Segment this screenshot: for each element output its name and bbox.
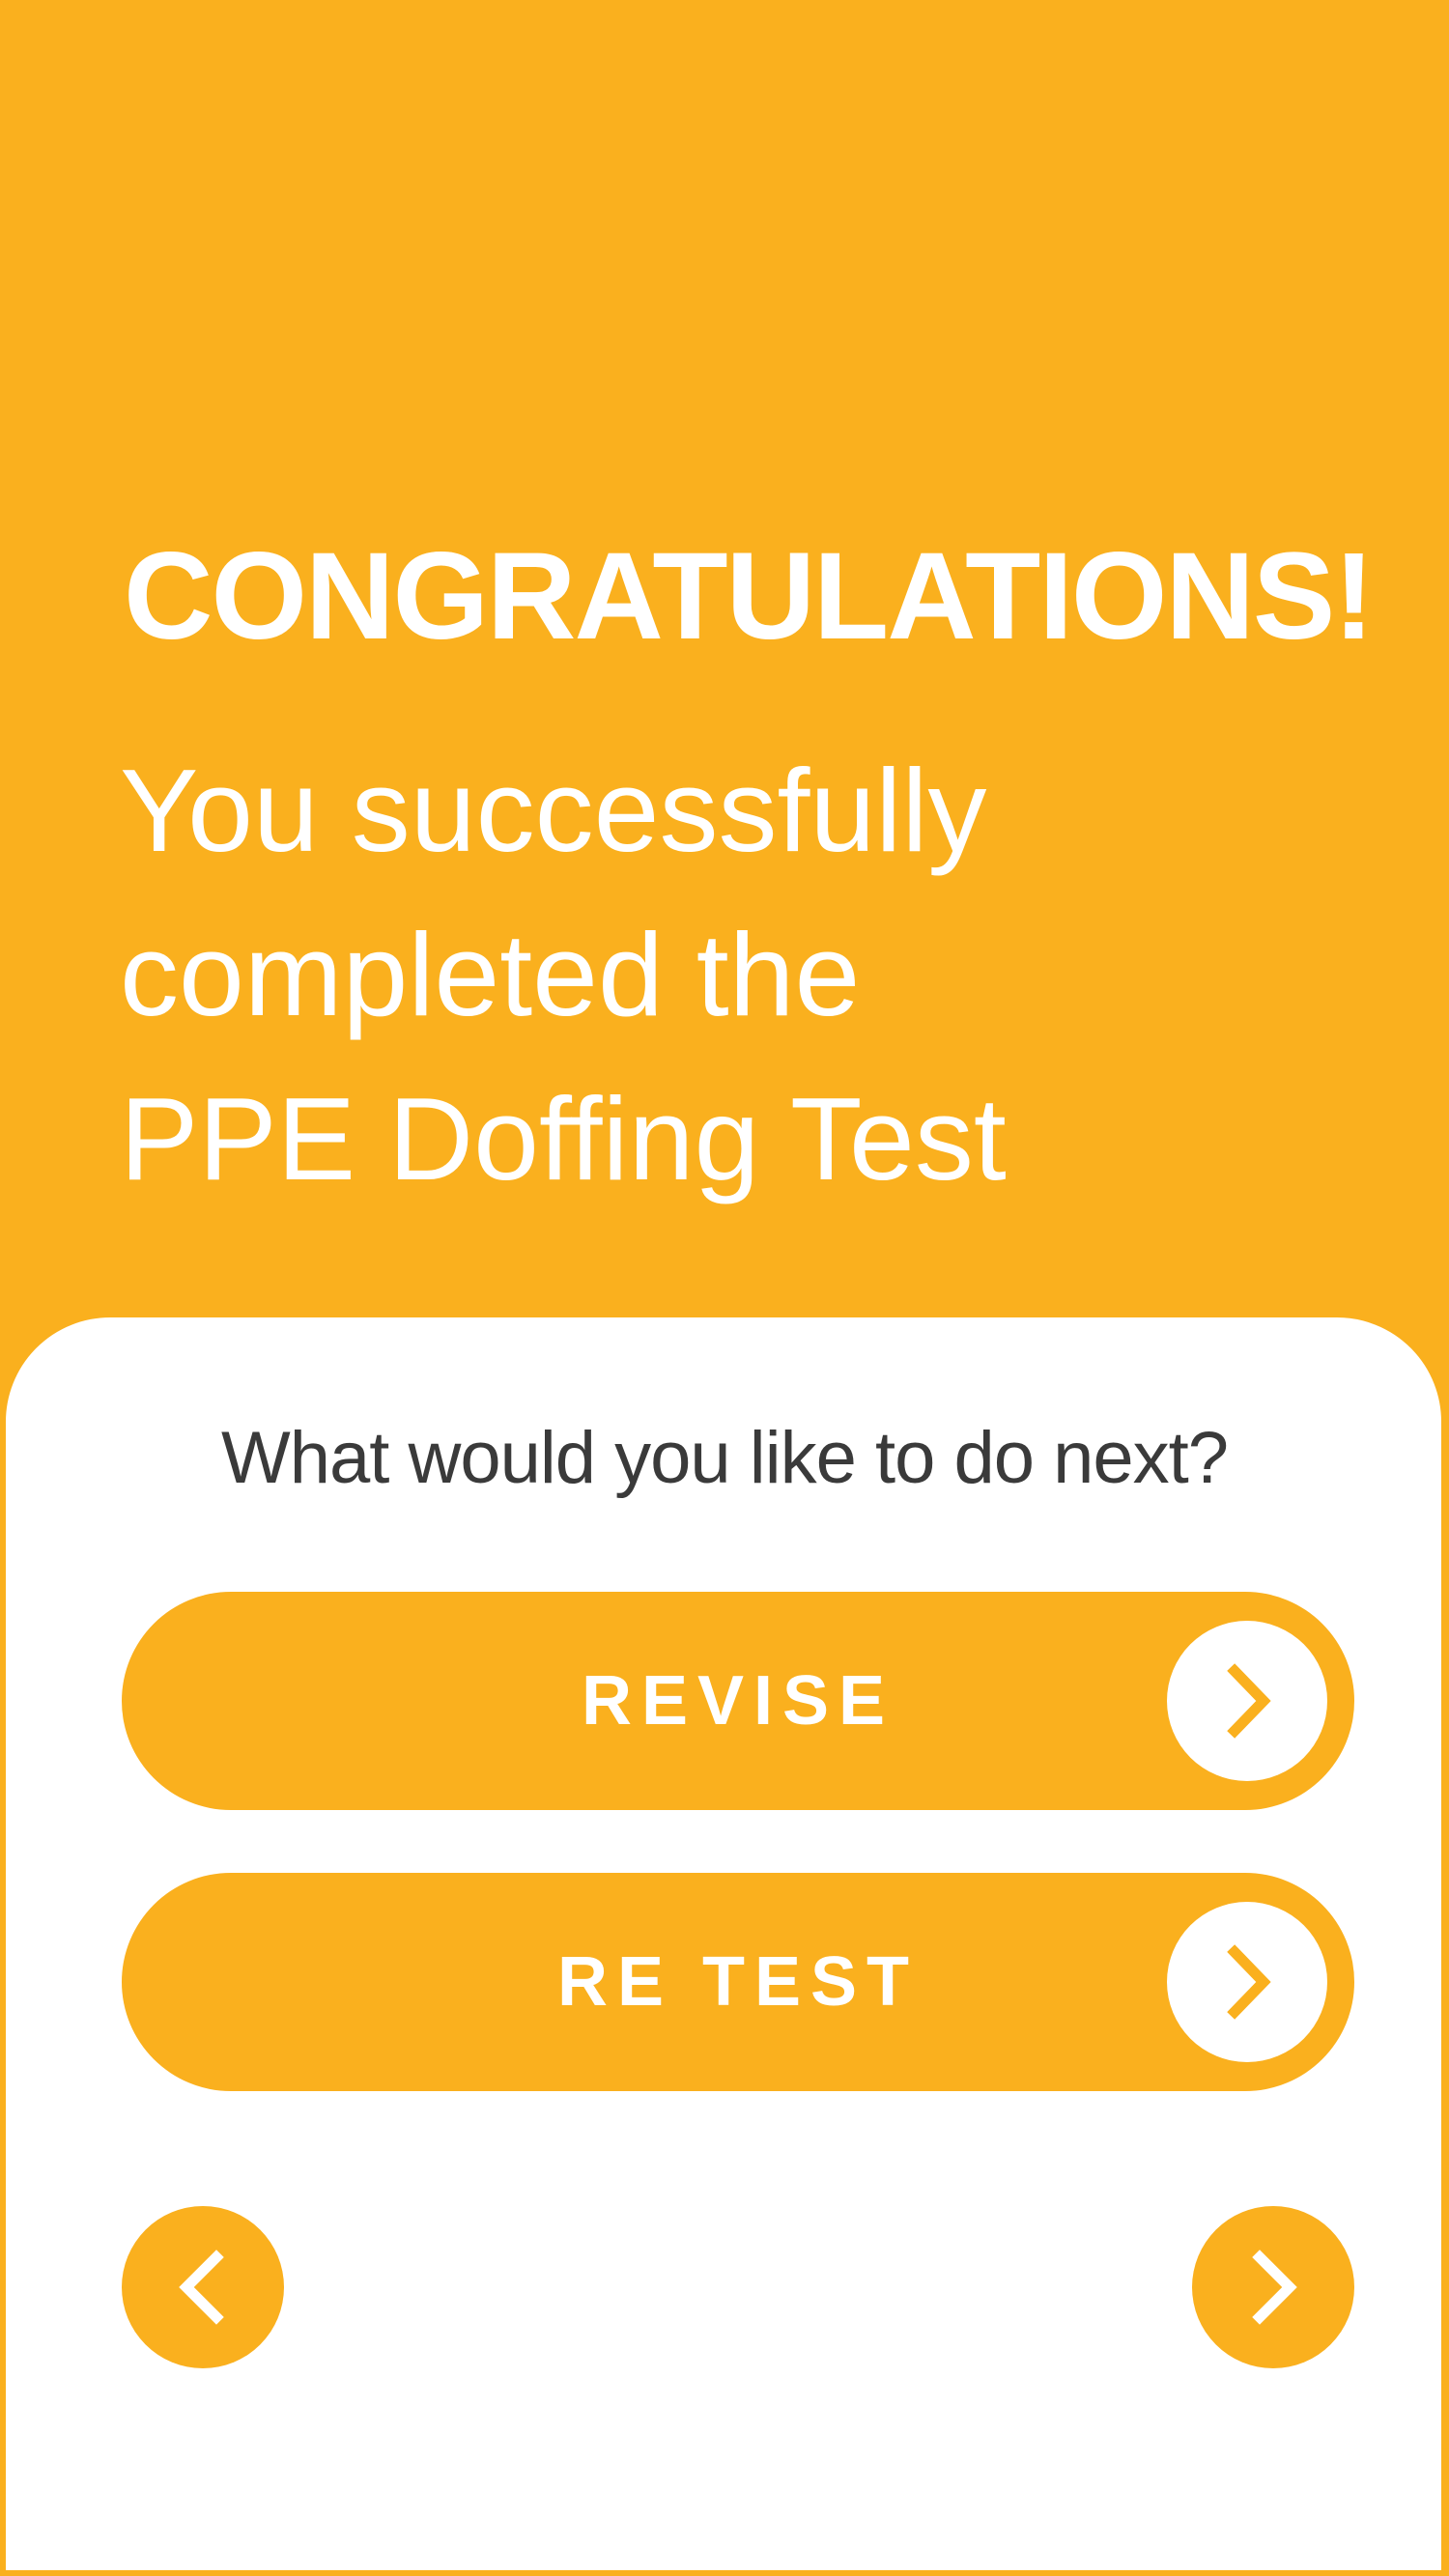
chevron-right-icon xyxy=(1167,1621,1327,1781)
hero-banner: CONGRATULATIONS! You successfully comple… xyxy=(0,0,1449,1323)
success-message-line: completed the xyxy=(120,909,861,1040)
revise-button[interactable]: REVISE xyxy=(122,1592,1354,1810)
chevron-left-icon xyxy=(179,2250,224,2325)
next-steps-question: What would you like to do next? xyxy=(220,1417,1229,1499)
success-message: You successfully completed the PPE Doffi… xyxy=(120,728,1279,1221)
success-message-line: You successfully xyxy=(120,745,987,876)
retest-button[interactable]: RE TEST xyxy=(122,1873,1354,2091)
chevron-right-icon xyxy=(1252,2250,1297,2325)
next-button[interactable] xyxy=(1192,2206,1354,2368)
chevron-right-icon xyxy=(1167,1902,1327,2062)
previous-button[interactable] xyxy=(122,2206,284,2368)
success-message-line: PPE Doffing Test xyxy=(120,1073,1007,1204)
congratulations-title: CONGRATULATIONS! xyxy=(124,527,1375,665)
